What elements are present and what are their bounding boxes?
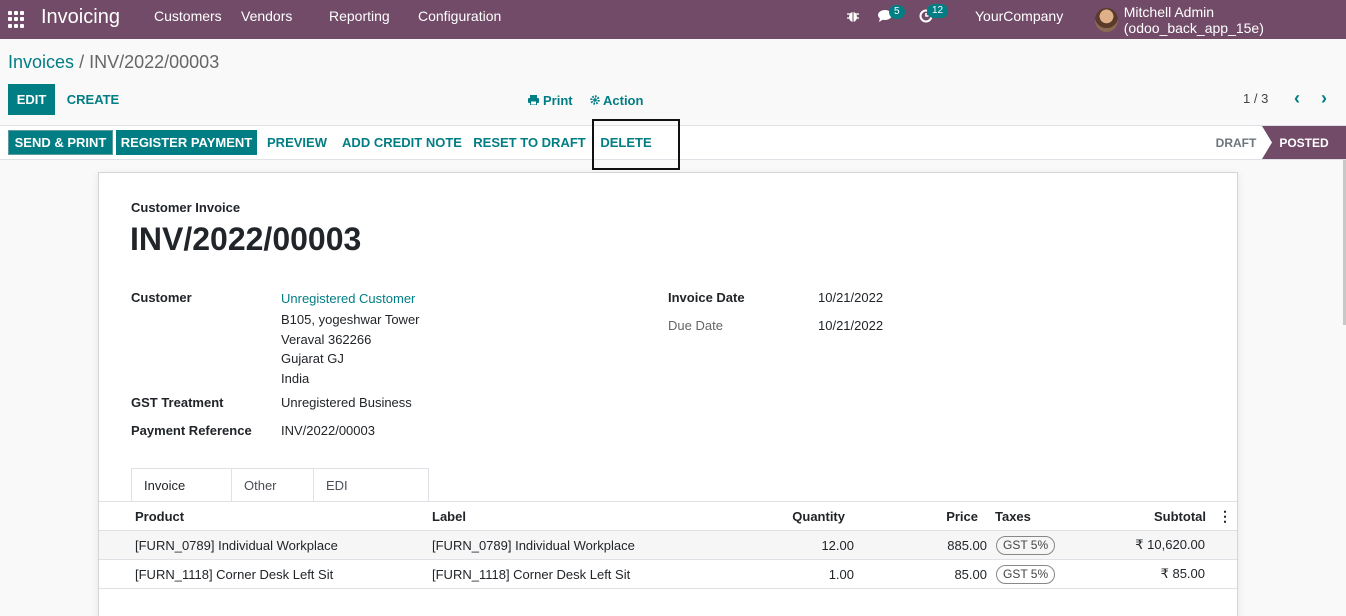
cell-subtotal: ₹ 85.00 (1160, 566, 1205, 581)
payment-reference-label: Payment Reference (131, 423, 252, 438)
cell-label: [FURN_1118] Corner Desk Left Sit (432, 566, 631, 582)
address-line: Gujarat GJ (281, 351, 344, 366)
delete-button[interactable]: DELETE (597, 130, 655, 155)
optional-columns-icon[interactable]: ⋮ (1218, 502, 1232, 530)
menu-customers[interactable]: Customers (154, 0, 222, 39)
tax-tag: GST 5% (996, 535, 1056, 555)
register-payment-button[interactable]: REGISTER PAYMENT (116, 130, 257, 155)
menu-reporting[interactable]: Reporting (329, 0, 390, 39)
invoice-date-value: 10/21/2022 (818, 290, 884, 305)
cell-product: [FURN_0789] Individual Workplace (135, 537, 338, 553)
address-line: B105, yogeshwar Tower (281, 312, 420, 327)
cell-quantity: 12.00 (821, 537, 854, 553)
print-dropdown[interactable]: Print (528, 91, 573, 109)
create-button[interactable]: CREATE (62, 84, 124, 115)
cell-taxes: GST 5% (996, 531, 1056, 559)
cell-subtotal: ₹ 10,620.00 (1135, 537, 1205, 552)
cell-quantity: 1.00 (828, 566, 854, 582)
status-draft[interactable]: DRAFT (1207, 126, 1265, 159)
breadcrumb-separator: / (79, 52, 85, 72)
cell-price: 85.00 (954, 566, 987, 582)
gst-treatment-label: GST Treatment (131, 395, 224, 410)
company-switcher[interactable]: YourCompany (975, 0, 1063, 39)
cell-label: [FURN_0789] Individual Workplace (432, 537, 635, 553)
invoice-type-label: Customer Invoice (131, 200, 241, 215)
cell-price: 885.00 (947, 537, 987, 553)
customer-link[interactable]: Unregistered Customer (281, 291, 415, 306)
cell-product: [FURN_1118] Corner Desk Left Sit (135, 566, 334, 582)
reset-to-draft-button[interactable]: RESET TO DRAFT (472, 130, 587, 155)
tab-invoice-lines[interactable]: Invoice Lines (131, 468, 232, 526)
col-price[interactable]: Price (946, 502, 978, 530)
tab-other-info[interactable]: Other Info (231, 468, 314, 526)
due-date-value: 10/21/2022 (818, 318, 884, 333)
breadcrumb-invoices-link[interactable]: Invoices (8, 52, 74, 72)
action-label: Action (603, 92, 644, 108)
invoice-lines-table: Product Label Quantity Price Taxes Subto… (99, 501, 1237, 589)
col-subtotal[interactable]: Subtotal (1154, 502, 1206, 530)
tax-tag: GST 5% (996, 564, 1056, 584)
pager-next-icon[interactable]: › (1321, 88, 1327, 109)
menu-configuration[interactable]: Configuration (418, 0, 501, 39)
printer-icon (528, 93, 539, 108)
print-label: Print (543, 92, 573, 108)
customer-label: Customer (131, 290, 192, 305)
send-print-button[interactable]: SEND & PRINT (8, 130, 113, 155)
activities-count-badge: 12 (927, 4, 949, 18)
user-menu[interactable]: Mitchell Admin (odoo_back_app_15e) (1095, 4, 1346, 36)
invoice-number-title: INV/2022/00003 (130, 221, 362, 257)
action-dropdown[interactable]: Action (590, 91, 643, 109)
table-row[interactable]: [FURN_0789] Individual Workplace [FURN_0… (99, 531, 1237, 560)
breadcrumb-current: INV/2022/00003 (89, 52, 220, 72)
cell-taxes: GST 5% (996, 560, 1056, 588)
menu-vendors[interactable]: Vendors (241, 0, 292, 39)
app-title[interactable]: Invoicing (41, 6, 120, 29)
col-quantity[interactable]: Quantity (792, 502, 845, 530)
due-date-label: Due Date (668, 318, 723, 333)
col-product[interactable]: Product (135, 502, 184, 530)
debug-bug-icon[interactable] (847, 9, 859, 26)
pager-previous-icon[interactable]: ‹ (1294, 88, 1300, 109)
gear-icon (590, 93, 600, 108)
address-line: India (281, 371, 310, 386)
messages-count-badge: 5 (889, 5, 905, 19)
preview-button[interactable]: PREVIEW (263, 130, 331, 155)
tab-edi-documents[interactable]: EDI Documents (313, 468, 429, 526)
table-header: Product Label Quantity Price Taxes Subto… (99, 501, 1237, 531)
col-label[interactable]: Label (432, 502, 466, 530)
col-taxes[interactable]: Taxes (995, 502, 1031, 530)
notebook-tabs: Invoice Lines Other Info EDI Documents (131, 468, 429, 526)
edit-button[interactable]: EDIT (8, 84, 55, 115)
payment-reference-value: INV/2022/00003 (281, 423, 375, 438)
add-credit-note-button[interactable]: ADD CREDIT NOTE (340, 130, 464, 155)
apps-menu-icon[interactable] (8, 11, 25, 28)
table-row[interactable]: [FURN_1118] Corner Desk Left Sit [FURN_1… (99, 560, 1237, 589)
top-navbar: Invoicing Customers Vendors Reporting Co… (0, 0, 1346, 39)
breadcrumb: Invoices / INV/2022/00003 (8, 52, 219, 73)
pager-value[interactable]: 1 / 3 (1243, 91, 1268, 106)
address-line: Veraval 362266 (281, 332, 372, 347)
avatar (1095, 8, 1118, 32)
gst-treatment-value: Unregistered Business (281, 395, 412, 410)
user-name: Mitchell Admin (odoo_back_app_15e) (1123, 4, 1264, 36)
invoice-date-label: Invoice Date (668, 290, 745, 305)
status-posted[interactable]: POSTED (1262, 126, 1346, 159)
